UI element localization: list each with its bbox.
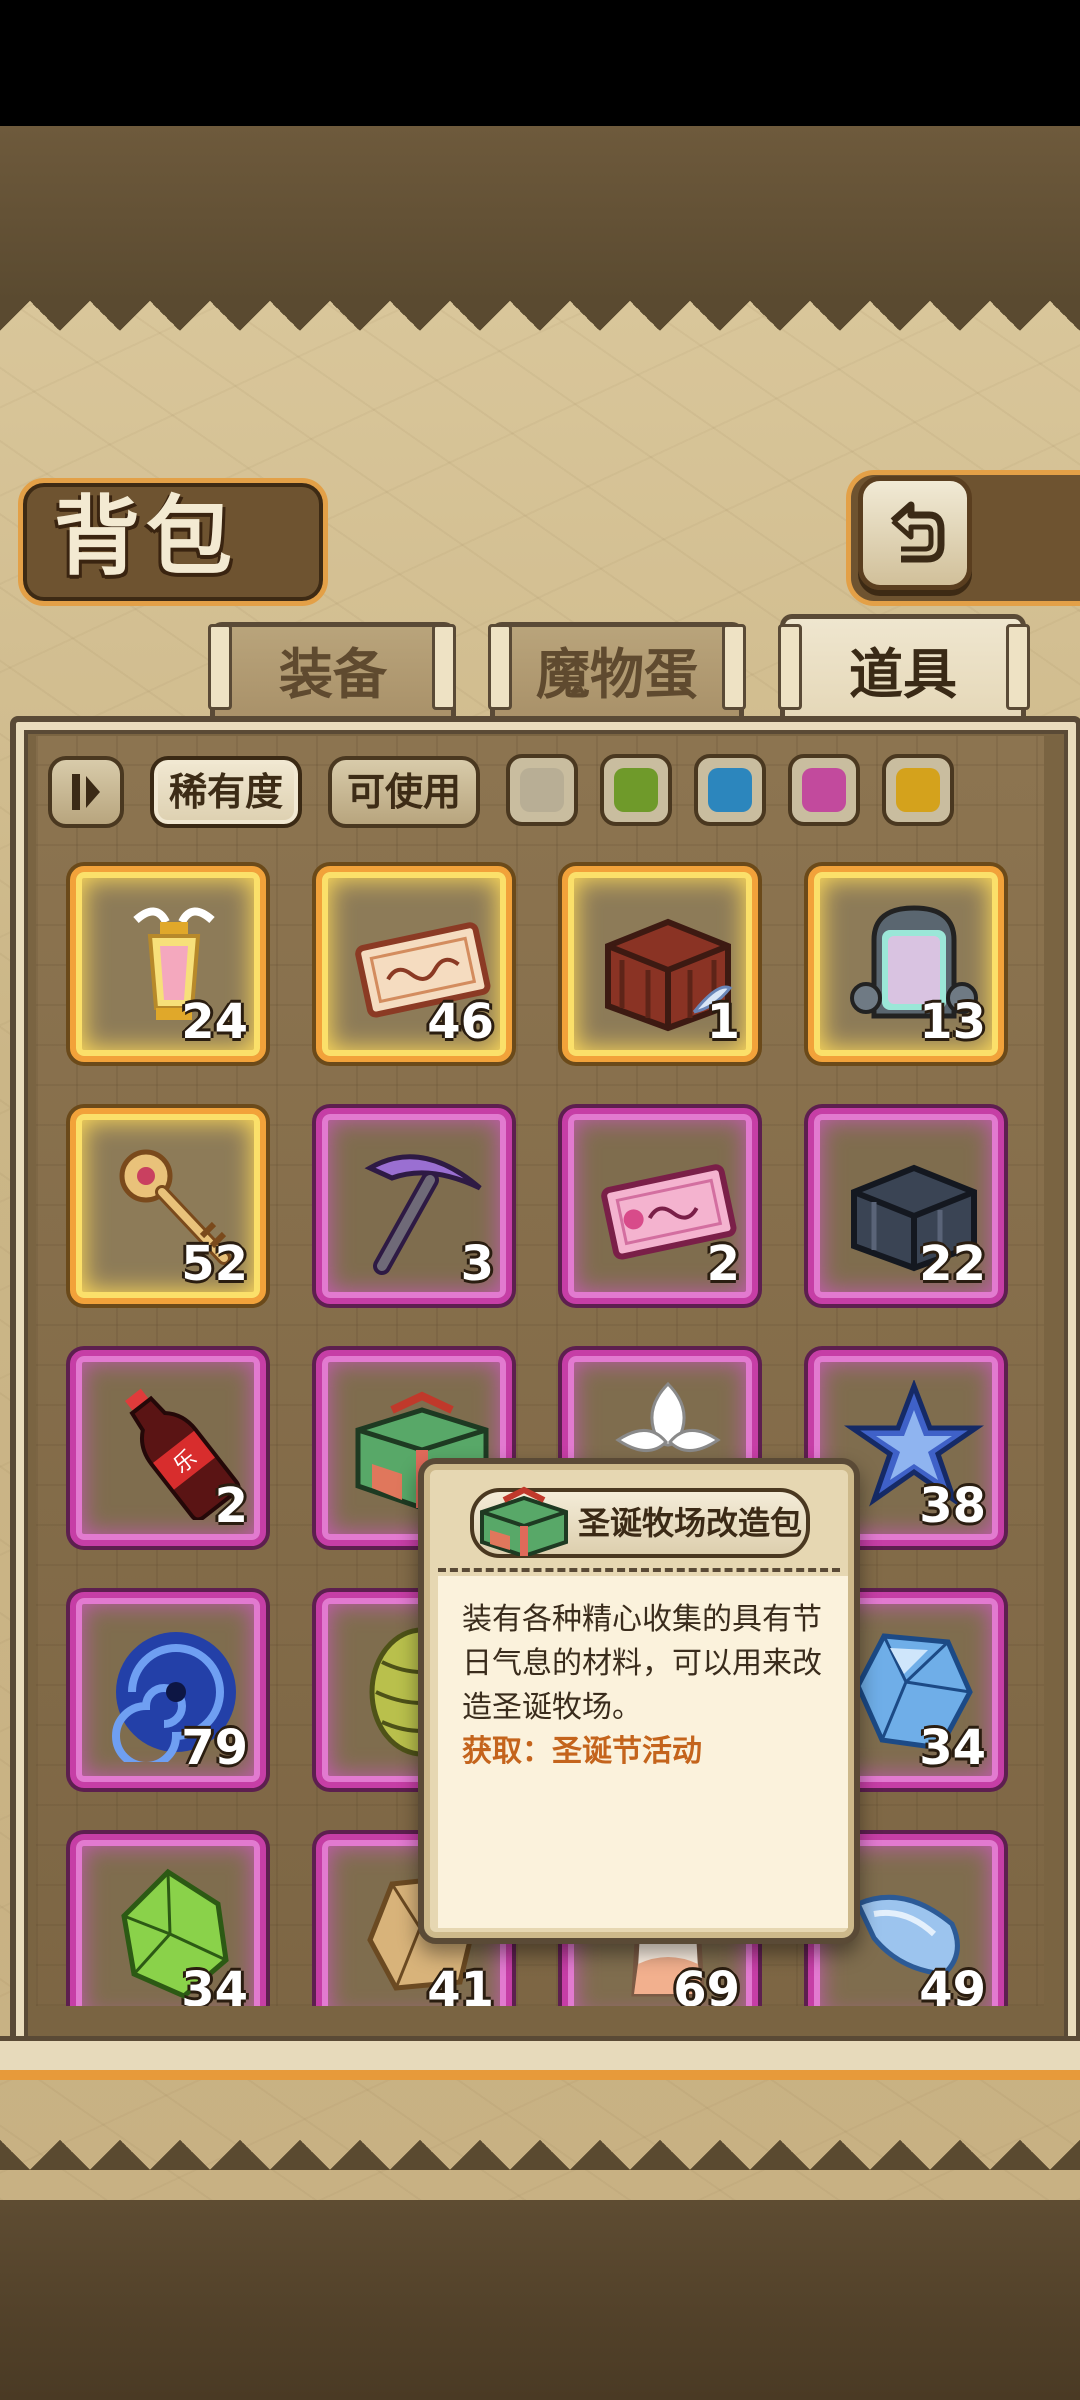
sort-toggle-button[interactable]: [48, 756, 124, 828]
tab-divider: [778, 624, 802, 710]
tooltip-source: 获取：圣诞节活动: [462, 1734, 702, 1769]
rarity-filter-rare[interactable]: [694, 754, 766, 826]
tooltip-description: 装有各种精心收集的具有节日气息的材料，可以用来改造圣诞牧场。: [462, 1602, 822, 1725]
tab-label: 魔物蛋: [536, 643, 698, 706]
inventory-slot[interactable]: 3: [316, 1108, 512, 1304]
rarity-filter-legendary[interactable]: [882, 754, 954, 826]
page-title: 背包: [54, 487, 238, 587]
item-count: 46: [427, 994, 494, 1050]
torn-edge-top: [0, 301, 1080, 361]
inventory-slot[interactable]: 24: [70, 866, 266, 1062]
item-count: 24: [181, 994, 248, 1050]
item-count: 34: [181, 1962, 248, 2006]
bottom-background: [0, 2200, 1080, 2400]
inventory-slot[interactable]: 22: [808, 1108, 1004, 1304]
return-arrow-icon: [890, 501, 945, 563]
inventory-slot[interactable]: 34: [70, 1834, 266, 2006]
item-count: 13: [919, 994, 986, 1050]
rarity-filter-uncommon[interactable]: [600, 754, 672, 826]
filter-usable-button[interactable]: 可使用: [328, 756, 480, 828]
tab-items[interactable]: 道具: [780, 614, 1026, 731]
inventory-slot[interactable]: 2: [562, 1108, 758, 1304]
tab-divider: [432, 624, 456, 710]
tooltip-title: 圣诞牧场改造包: [578, 1504, 803, 1542]
tab-equipment[interactable]: 装备: [210, 622, 456, 723]
tab-divider: [488, 624, 512, 710]
item-count: 79: [181, 1720, 248, 1776]
tab-divider: [1006, 624, 1030, 710]
item-count: 22: [919, 1236, 986, 1292]
item-count: 69: [673, 1962, 740, 2006]
item-count: 52: [181, 1236, 248, 1292]
status-bar-area: [0, 0, 1080, 126]
tab-label: 道具: [849, 643, 957, 706]
tooltip-body: 装有各种精心收集的具有节日气息的材料，可以用来改造圣诞牧场。 获取：圣诞节活动: [438, 1576, 848, 1928]
rarity-filter-epic[interactable]: [788, 754, 860, 826]
tab-monster-egg[interactable]: 魔物蛋: [490, 622, 744, 723]
item-tooltip: 圣诞牧场改造包 装有各种精心收集的具有节日气息的材料，可以用来改造圣诞牧场。 获…: [418, 1458, 860, 1944]
rarity-filter-common[interactable]: [506, 754, 578, 826]
inventory-slot[interactable]: 79: [70, 1592, 266, 1788]
filter-rarity-button[interactable]: 稀有度: [150, 756, 302, 828]
item-count: 34: [919, 1720, 986, 1776]
top-background: [0, 126, 1080, 307]
item-count: 38: [919, 1478, 986, 1534]
item-count: 49: [919, 1962, 986, 2006]
torn-edge-bottom: [0, 2140, 1080, 2200]
sort-icon: [72, 774, 100, 810]
inventory-slot[interactable]: 46: [316, 866, 512, 1062]
back-button[interactable]: [858, 476, 972, 590]
tab-label: 装备: [279, 643, 387, 706]
inventory-slot[interactable]: 1: [562, 866, 758, 1062]
panel-bottom-trim: [0, 2070, 1080, 2080]
tooltip-divider: [438, 1568, 840, 1572]
filter-bar: 稀有度 可使用: [36, 736, 1044, 836]
item-count: 1: [706, 994, 740, 1050]
tooltip-header: 圣诞牧场改造包: [470, 1486, 810, 1558]
item-count: 41: [427, 1962, 494, 2006]
gift-box-icon: [480, 1486, 568, 1556]
tab-divider: [722, 624, 746, 710]
inventory-slot[interactable]: 乐 2: [70, 1350, 266, 1546]
inventory-slot[interactable]: 13: [808, 866, 1004, 1062]
inventory-slot[interactable]: 52: [70, 1108, 266, 1304]
item-count: 2: [214, 1478, 248, 1534]
item-count: 3: [460, 1236, 494, 1292]
item-count: 2: [706, 1236, 740, 1292]
tab-divider: [208, 624, 232, 710]
